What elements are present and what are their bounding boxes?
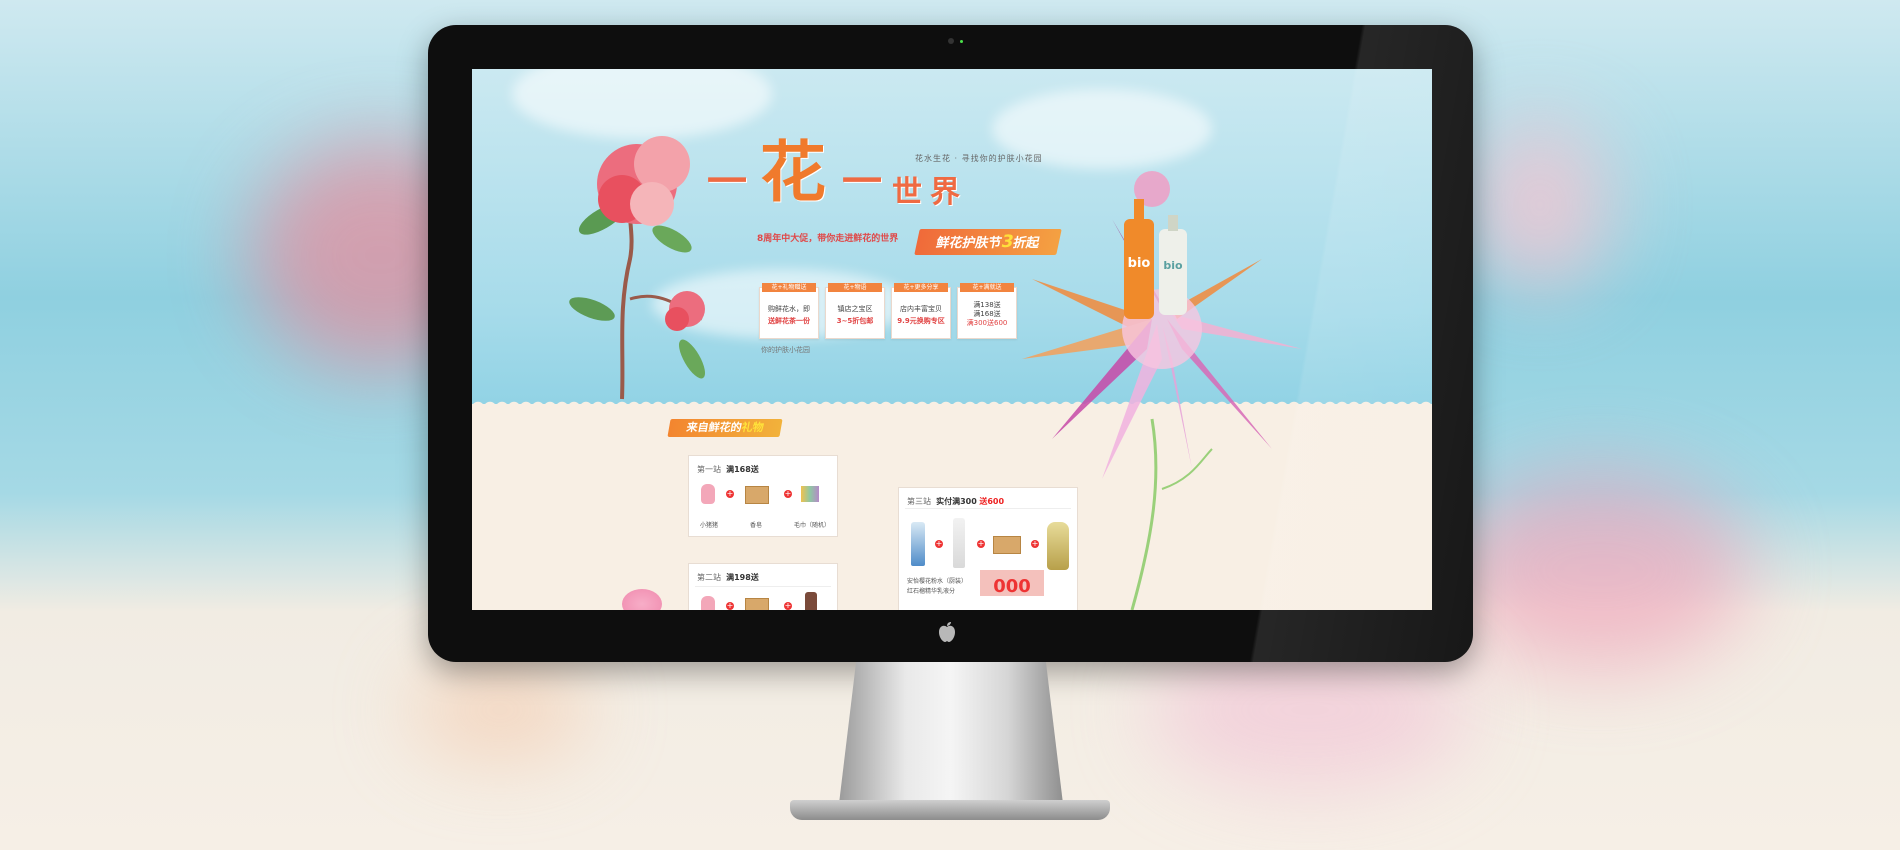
card-line2: 9.9元换购专区 bbox=[897, 317, 945, 325]
title-char: 花 bbox=[760, 133, 826, 211]
title-char: 世 bbox=[892, 175, 922, 210]
stage-bonus: 送600 bbox=[979, 497, 1005, 506]
rose-illustration bbox=[569, 136, 705, 400]
gift-stage-1[interactable]: 第一站 满168送 + + 小猪猪 香皂 毛巾（随机） bbox=[688, 455, 838, 537]
stage-label: 第二站 bbox=[697, 573, 721, 582]
footer-note: 你的护肤小花园 bbox=[761, 346, 810, 354]
card-line2: 3~5折包邮 bbox=[836, 317, 874, 325]
card-line1: 购鲜花水，即 bbox=[768, 305, 810, 313]
feature-card[interactable]: 花+更多分享 店内丰富宝贝 9.9元换购专区 bbox=[891, 283, 951, 339]
card-tag: 花+礼物赠送 bbox=[762, 283, 816, 292]
title-char: 界 bbox=[930, 175, 960, 210]
plus-icon: + bbox=[726, 601, 734, 610]
card-line2: 送鲜花茶一份 bbox=[768, 317, 810, 325]
pig-toy-icon bbox=[701, 484, 715, 504]
sale-banner-prefix: 鲜花护肤节 bbox=[934, 236, 1003, 251]
bottle-brand-label: bio bbox=[1163, 259, 1183, 272]
gift-banner-prefix: 来自鲜花的 bbox=[685, 421, 743, 434]
item-label: 小猪猪 bbox=[699, 522, 718, 529]
card-tag: 花+更多分享 bbox=[894, 283, 948, 292]
gift-stage-2[interactable]: 第二站 满198送 + + bbox=[688, 563, 838, 610]
product-caption: 红石榴精华乳液分 bbox=[907, 588, 956, 595]
towel-icon bbox=[801, 486, 819, 502]
item-label: 毛巾（随机） bbox=[793, 522, 830, 529]
card-line: 满138送 bbox=[973, 301, 1001, 309]
card-tag: 花+满就送 bbox=[960, 283, 1014, 292]
plus-icon: + bbox=[784, 601, 792, 610]
plus-icon: + bbox=[726, 489, 734, 498]
background-blur bbox=[1450, 470, 1750, 670]
plus-icon: + bbox=[784, 489, 792, 498]
card-line1: 店内丰富宝贝 bbox=[900, 305, 942, 313]
card-line1: 镇店之宝区 bbox=[837, 305, 873, 313]
feature-card[interactable]: 花+礼物赠送 购鲜花水，即 送鲜花茶一份 bbox=[759, 283, 819, 339]
title-char: 一 bbox=[707, 158, 747, 205]
plus-icon: + bbox=[935, 539, 943, 548]
feature-card[interactable]: 花+满就送 满138送 满168送 满300送600 bbox=[957, 283, 1017, 339]
monitor-stand-base bbox=[790, 800, 1110, 820]
stage-condition: 实付满300 bbox=[936, 497, 977, 506]
apple-logo-icon bbox=[938, 621, 956, 649]
stage-label: 第三站 bbox=[907, 497, 931, 506]
soap-box-icon bbox=[745, 486, 769, 504]
card-line: 满168送 bbox=[973, 310, 1001, 318]
bottle-brand-label: bio bbox=[1128, 256, 1151, 271]
screen-glare bbox=[1213, 25, 1473, 662]
camera-icon bbox=[948, 38, 954, 44]
monitor: 花水生花 · 寻找你的护肤小花园 一 花 一 世 界 8周年中大促，带你走进鲜花… bbox=[428, 25, 1473, 662]
title-char: 一 bbox=[842, 158, 882, 205]
background-blur bbox=[1470, 120, 1610, 290]
stage-condition: 满168送 bbox=[726, 465, 759, 474]
monitor-stand bbox=[838, 662, 1064, 812]
divider bbox=[695, 586, 831, 587]
stage-label: 第一站 bbox=[697, 465, 721, 474]
pig-toy-icon bbox=[701, 596, 715, 610]
bottle-icon bbox=[805, 592, 817, 610]
soap-box-icon bbox=[745, 598, 769, 610]
stage-condition: 满198送 bbox=[726, 573, 759, 582]
background-blur bbox=[410, 660, 590, 760]
feature-card[interactable]: 花+物语 镇店之宝区 3~5折包邮 bbox=[825, 283, 885, 339]
product-caption: 安怡樱花粉水（厨装） bbox=[907, 578, 968, 585]
gift-banner: 来自鲜花的礼物 bbox=[667, 419, 783, 437]
card-tag: 花+物语 bbox=[828, 283, 882, 292]
card-line: 满300送600 bbox=[966, 319, 1008, 327]
gift-banner-highlight: 礼物 bbox=[740, 421, 765, 434]
item-label: 香皂 bbox=[749, 522, 762, 529]
bottle-icon bbox=[953, 518, 965, 568]
plus-icon: + bbox=[977, 539, 985, 548]
bottle-icon bbox=[911, 522, 925, 566]
camera-led bbox=[960, 40, 963, 43]
subline: 8周年中大促，带你走进鲜花的世界 bbox=[757, 234, 899, 244]
